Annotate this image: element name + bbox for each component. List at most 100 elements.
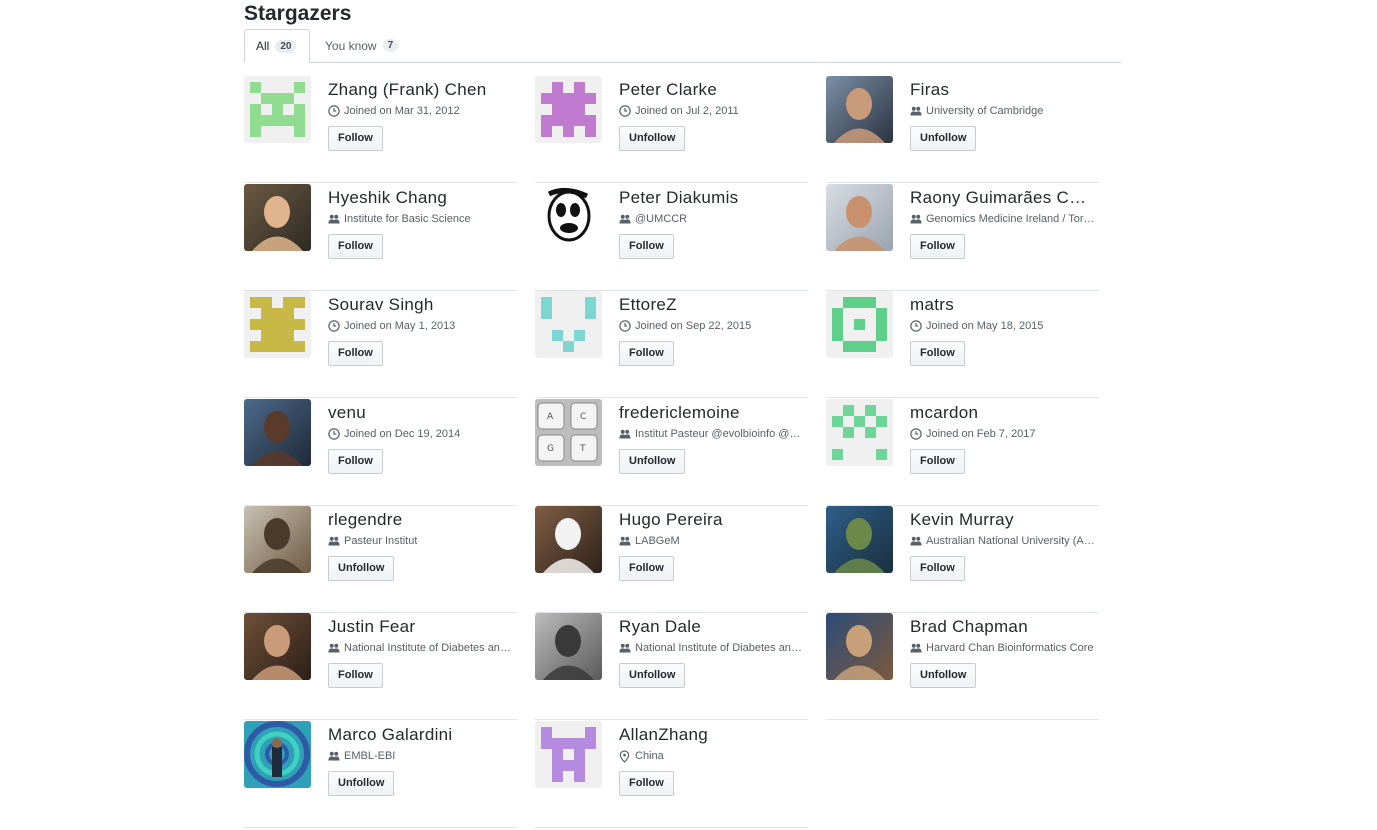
user-meta-text: EMBL-EBI xyxy=(344,750,396,762)
unfollow-button[interactable]: Unfollow xyxy=(619,126,686,151)
user-card: rlegendre Pasteur Institut Unfollow xyxy=(244,506,517,613)
avatar[interactable] xyxy=(826,184,893,251)
avatar[interactable] xyxy=(244,399,311,466)
user-name-link[interactable]: Raony Guimarães Corrêa xyxy=(910,187,1090,209)
user-meta-text: Joined on May 18, 2015 xyxy=(926,320,1044,332)
tab-all[interactable]: All 20 xyxy=(244,29,310,63)
avatar[interactable] xyxy=(244,506,311,573)
svg-text:A: A xyxy=(547,412,554,422)
follow-button[interactable]: Follow xyxy=(619,234,674,259)
user-card: Kevin Murray Australian National Universi… xyxy=(826,506,1099,613)
user-name-link[interactable]: Peter Clarke xyxy=(619,79,799,101)
user-name-link[interactable]: Justin Fear xyxy=(328,616,508,638)
user-name-link[interactable]: Zhang (Frank) Chen xyxy=(328,79,508,101)
unfollow-button[interactable]: Unfollow xyxy=(328,556,395,581)
user-name-link[interactable]: Hugo Pereira xyxy=(619,509,799,531)
avatar[interactable] xyxy=(535,613,602,680)
user-name-link[interactable]: Sourav Singh xyxy=(328,294,508,316)
follow-button[interactable]: Follow xyxy=(910,234,965,259)
avatar[interactable] xyxy=(826,399,893,466)
user-name-link[interactable]: venu xyxy=(328,402,508,424)
user-name-link[interactable]: AllanZhang xyxy=(619,724,799,746)
user-card: Zhang (Frank) Chen Joined on Mar 31, 2012… xyxy=(244,76,517,183)
unfollow-button[interactable]: Unfollow xyxy=(619,449,686,474)
svg-text:T: T xyxy=(579,444,586,454)
avatar[interactable] xyxy=(244,184,311,251)
organization-icon xyxy=(910,213,922,225)
follow-button[interactable]: Follow xyxy=(910,341,965,366)
user-meta: China xyxy=(619,749,805,763)
avatar[interactable] xyxy=(535,721,602,788)
unfollow-button[interactable]: Unfollow xyxy=(910,126,977,151)
avatar[interactable]: A C G T xyxy=(535,399,602,466)
unfollow-button[interactable]: Unfollow xyxy=(910,663,977,688)
tab-all-counter: 20 xyxy=(275,39,297,53)
user-name-link[interactable]: Marco Galardini xyxy=(328,724,508,746)
user-name-link[interactable]: mcardon xyxy=(910,402,1090,424)
avatar[interactable] xyxy=(244,291,311,358)
user-name-link[interactable]: rlegendre xyxy=(328,509,508,531)
user-meta-text: University of Cambridge xyxy=(926,105,1044,117)
user-meta: @UMCCR xyxy=(619,212,805,226)
avatar[interactable] xyxy=(535,506,602,573)
unfollow-button[interactable]: Unfollow xyxy=(328,771,395,796)
unfollow-button[interactable]: Unfollow xyxy=(619,663,686,688)
follow-button[interactable]: Follow xyxy=(328,234,383,259)
clock-icon xyxy=(619,105,631,117)
avatar[interactable] xyxy=(826,291,893,358)
user-meta-text: Institut Pasteur @evolbioinfo @Cloud xyxy=(635,428,805,440)
organization-icon xyxy=(328,750,340,762)
user-meta: Joined on Feb 7, 2017 xyxy=(910,427,1096,441)
user-card: Marco Galardini EMBL-EBI Unfollow xyxy=(244,721,517,828)
user-name-link[interactable]: fredericlemoine xyxy=(619,402,799,424)
user-card: EttoreZ Joined on Sep 22, 2015 Follow xyxy=(535,291,808,398)
avatar[interactable] xyxy=(535,76,602,143)
user-meta: Joined on Mar 31, 2012 xyxy=(328,104,514,118)
user-meta-text: Joined on Sep 22, 2015 xyxy=(635,320,752,332)
follow-button[interactable]: Follow xyxy=(328,126,383,151)
tab-you-know[interactable]: You know 7 xyxy=(314,29,409,62)
user-card: Peter Clarke Joined on Jul 2, 2011 Unfollo… xyxy=(535,76,808,183)
follow-button[interactable]: Follow xyxy=(328,341,383,366)
avatar[interactable] xyxy=(826,613,893,680)
follow-button[interactable]: Follow xyxy=(328,663,383,688)
avatar[interactable] xyxy=(244,721,311,788)
follow-button[interactable]: Follow xyxy=(910,449,965,474)
user-meta: Joined on May 1, 2013 xyxy=(328,319,514,333)
user-meta-text: Joined on Dec 19, 2014 xyxy=(344,428,461,440)
user-name-link[interactable]: Brad Chapman xyxy=(910,616,1090,638)
avatar[interactable] xyxy=(535,291,602,358)
follow-button[interactable]: Follow xyxy=(328,449,383,474)
follow-button[interactable]: Follow xyxy=(910,556,965,581)
user-meta-text: @UMCCR xyxy=(635,213,688,225)
user-name-link[interactable]: Peter Diakumis xyxy=(619,187,799,209)
follow-button[interactable]: Follow xyxy=(619,556,674,581)
avatar[interactable] xyxy=(826,506,893,573)
user-name-link[interactable]: matrs xyxy=(910,294,1090,316)
follow-button[interactable]: Follow xyxy=(619,771,674,796)
user-meta: Joined on Sep 22, 2015 xyxy=(619,319,805,333)
user-name-link[interactable]: Ryan Dale xyxy=(619,616,799,638)
user-name-link[interactable]: Firas xyxy=(910,79,1090,101)
user-meta-text: Joined on Feb 7, 2017 xyxy=(926,428,1036,440)
organization-icon xyxy=(619,213,631,225)
avatar[interactable] xyxy=(244,76,311,143)
svg-text:G: G xyxy=(547,444,554,454)
user-card: Sourav Singh Joined on May 1, 2013 Follow xyxy=(244,291,517,398)
user-name-link[interactable]: Kevin Murray xyxy=(910,509,1090,531)
user-meta-text: Australian National University (ANU) xyxy=(926,535,1096,547)
user-name-link[interactable]: EttoreZ xyxy=(619,294,799,316)
organization-icon xyxy=(328,535,340,547)
user-card: Brad Chapman Harvard Chan Bioinformatics … xyxy=(826,613,1099,720)
user-meta-text: Institute for Basic Science xyxy=(344,213,471,225)
page-title: Stargazers xyxy=(244,2,352,25)
user-name-link[interactable]: Hyeshik Chang xyxy=(328,187,508,209)
user-meta: LABGeM xyxy=(619,534,805,548)
avatar[interactable] xyxy=(535,184,602,251)
follow-button[interactable]: Follow xyxy=(619,341,674,366)
user-meta-text: Pasteur Institut xyxy=(344,535,418,547)
avatar[interactable] xyxy=(826,76,893,143)
avatar[interactable] xyxy=(244,613,311,680)
user-card: AllanZhang China Follow xyxy=(535,721,808,828)
user-meta: Australian National University (ANU) xyxy=(910,534,1096,548)
